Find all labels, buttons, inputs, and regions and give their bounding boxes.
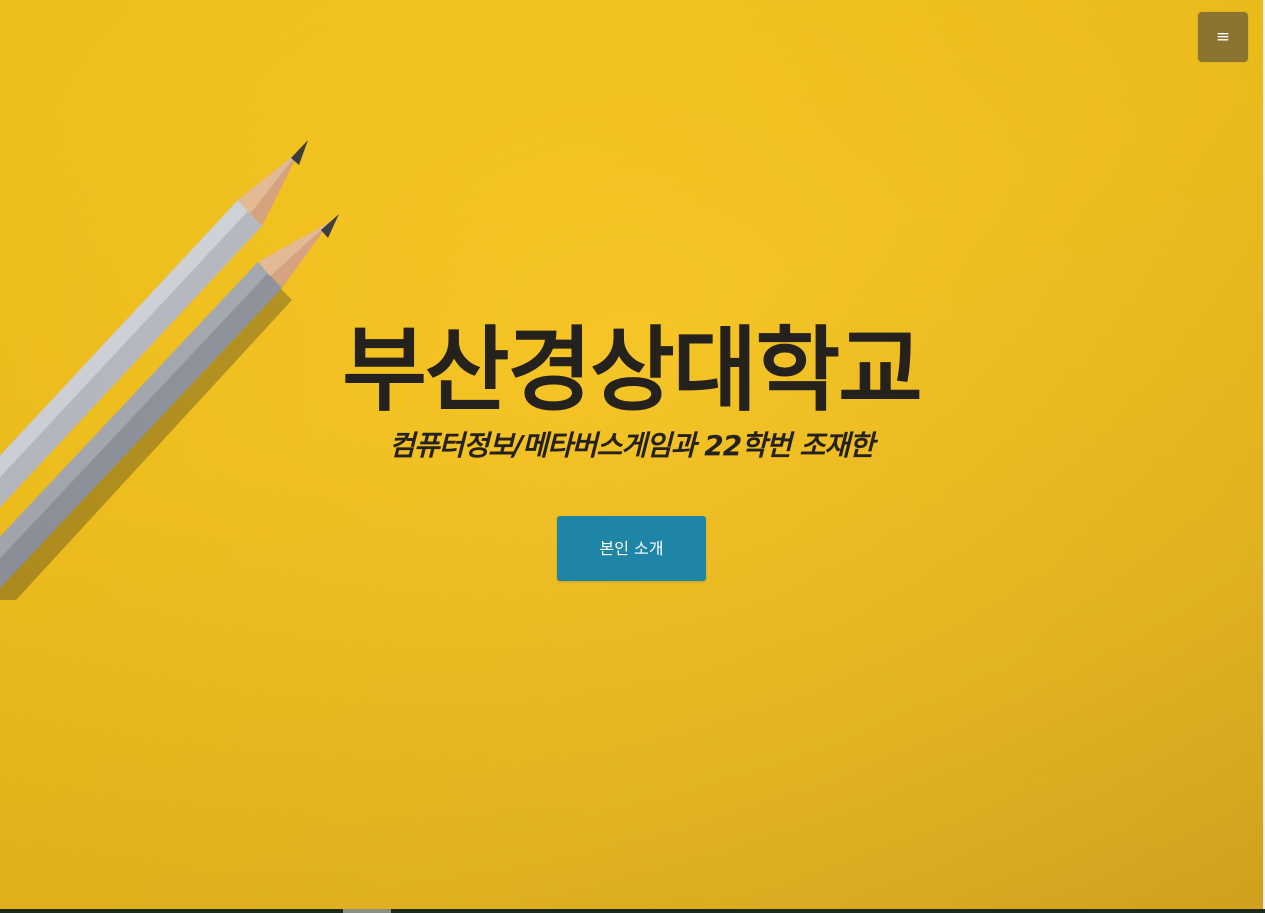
- menu-toggle-button[interactable]: ≡: [1198, 12, 1248, 62]
- hamburger-menu-icon: ≡: [1215, 27, 1231, 47]
- hero-section: 부산경상대학교 컴퓨터정보/메타버스게임과 22학번 조재한 본인 소개: [0, 0, 1263, 909]
- hero-content: 부산경상대학교 컴퓨터정보/메타버스게임과 22학번 조재한 본인 소개: [0, 316, 1263, 581]
- page-subtitle: 컴퓨터정보/메타버스게임과 22학번 조재한: [389, 429, 875, 462]
- horizontal-scrollbar-thumb[interactable]: [343, 909, 391, 913]
- page-title: 부산경상대학교: [342, 317, 922, 424]
- horizontal-scrollbar[interactable]: [0, 909, 1265, 913]
- intro-button[interactable]: 본인 소개: [557, 516, 706, 581]
